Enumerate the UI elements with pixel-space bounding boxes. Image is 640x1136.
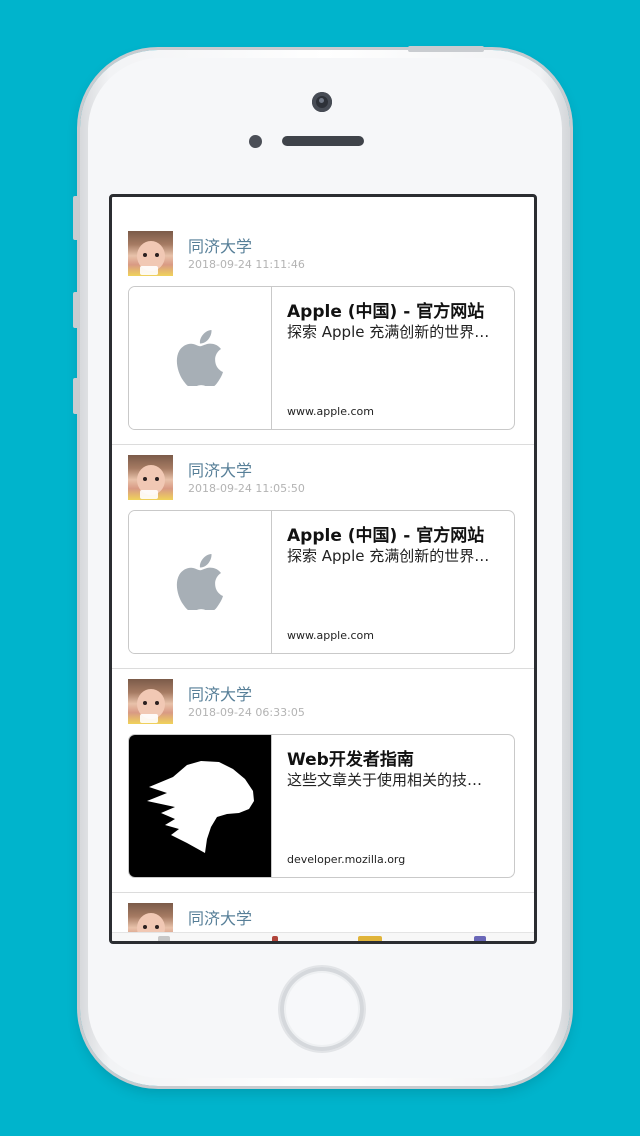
- post-username[interactable]: 同济大学: [188, 233, 252, 257]
- feed-list: 同济大学 2018-09-24 11:11:46 Apple (中国) - 官方…: [112, 197, 534, 941]
- tab-item[interactable]: [358, 936, 382, 941]
- post-username[interactable]: 同济大学: [188, 457, 252, 481]
- link-card-thumbnail: [129, 735, 272, 877]
- post-username[interactable]: 同济大学: [188, 905, 252, 929]
- avatar[interactable]: [128, 231, 173, 276]
- apple-logo-icon: [176, 330, 223, 386]
- link-card-url: developer.mozilla.org: [287, 853, 406, 866]
- link-card-title: Web开发者指南: [287, 750, 414, 770]
- link-card-description: 这些文章关于使用相关的技…: [287, 771, 483, 789]
- link-card-description: 探索 Apple 充满创新的世界…: [287, 547, 490, 565]
- feed-post: 同济大学 2018-09-24 11:05:50 Apple (中国) - 官方…: [112, 445, 534, 669]
- volume-down-button: [73, 378, 79, 414]
- post-username[interactable]: 同济大学: [188, 681, 252, 705]
- link-card[interactable]: Web开发者指南 这些文章关于使用相关的技… developer.mozilla…: [128, 734, 515, 878]
- tab-item[interactable]: [158, 936, 170, 941]
- link-card-title: Apple (中国) - 官方网站: [287, 302, 485, 322]
- avatar[interactable]: [128, 679, 173, 724]
- power-button: [408, 46, 484, 52]
- volume-up-button: [73, 292, 79, 328]
- link-card-description: 探索 Apple 充满创新的世界…: [287, 323, 490, 341]
- mute-switch: [73, 196, 79, 240]
- post-timestamp: 2018-09-24 11:11:46: [188, 258, 305, 271]
- post-timestamp: 2018-09-24 06:33:05: [188, 706, 305, 719]
- avatar[interactable]: [128, 455, 173, 500]
- link-card-thumbnail: [129, 511, 272, 653]
- mdn-dinosaur-icon: [147, 761, 254, 853]
- front-camera-icon: [312, 92, 332, 112]
- link-card-url: www.apple.com: [287, 629, 374, 642]
- proximity-sensor: [249, 135, 262, 148]
- tab-bar: [112, 932, 534, 941]
- link-card-url: www.apple.com: [287, 405, 374, 418]
- link-card[interactable]: Apple (中国) - 官方网站 探索 Apple 充满创新的世界… www.…: [128, 286, 515, 430]
- link-card-thumbnail: [129, 287, 272, 429]
- apple-logo-icon: [176, 554, 223, 610]
- link-card[interactable]: Apple (中国) - 官方网站 探索 Apple 充满创新的世界… www.…: [128, 510, 515, 654]
- post-timestamp: 2018-09-24 11:05:50: [188, 482, 305, 495]
- link-card-title: Apple (中国) - 官方网站: [287, 526, 485, 546]
- feed-post: 同济大学 2018-09-24 11:11:46 Apple (中国) - 官方…: [112, 197, 534, 445]
- earpiece-speaker: [282, 136, 364, 146]
- screen: 同济大学 2018-09-24 11:11:46 Apple (中国) - 官方…: [109, 194, 537, 944]
- home-button[interactable]: [280, 967, 364, 1051]
- tab-item[interactable]: [474, 936, 486, 941]
- tab-item[interactable]: [272, 936, 278, 941]
- feed-post: 同济大学 2018-09-24 06:33:05 Web开发者指南 这些文章关于…: [112, 669, 534, 893]
